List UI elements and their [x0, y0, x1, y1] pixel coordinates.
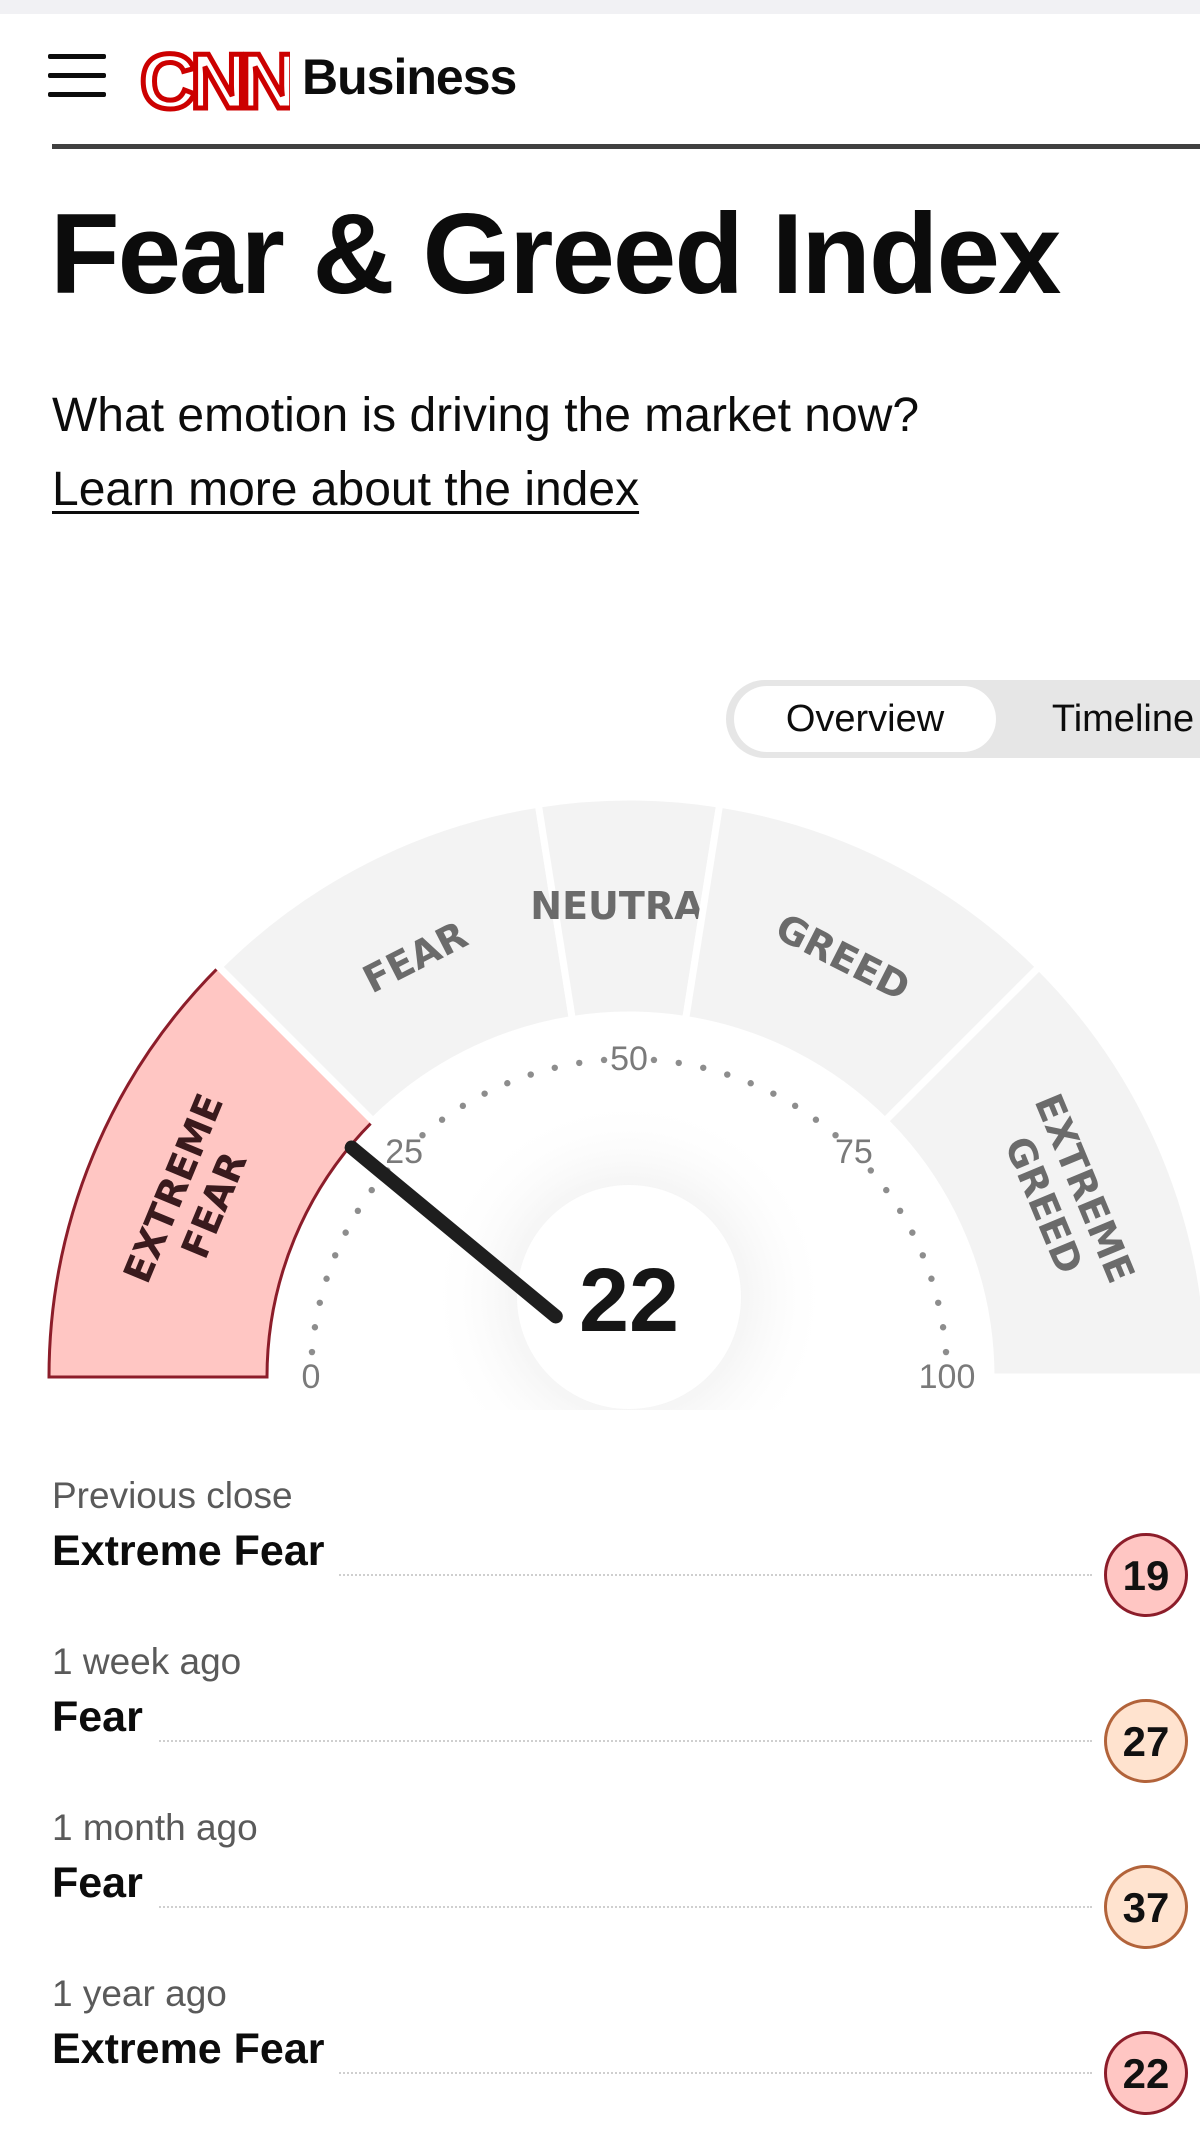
history-score-badge: 27	[1104, 1699, 1188, 1783]
history-row-1-week: 1 week ago Fear 27	[52, 1641, 1200, 1807]
gauge-tick-dot	[481, 1090, 488, 1097]
history-row-1-year: 1 year ago Extreme Fear 22	[52, 1973, 1200, 2139]
gauge-tick-label: 25	[385, 1133, 423, 1171]
history-score-badge: 37	[1104, 1865, 1188, 1949]
gauge-value: 22	[579, 1251, 679, 1351]
history-period: Previous close	[52, 1475, 293, 1516]
gauge-tick-dot	[939, 1324, 947, 1331]
page-title: Fear & Greed Index	[50, 191, 1061, 318]
tab-timeline[interactable]: Timeline	[1008, 686, 1200, 752]
gauge-tick-dot	[909, 1229, 916, 1236]
gauge-tick-dot	[650, 1056, 658, 1064]
dotted-leader	[52, 1740, 1092, 1742]
dotted-leader	[52, 1906, 1092, 1908]
history-sentiment: Fear	[52, 1859, 157, 1908]
view-toggle: Overview Timeline	[726, 680, 1200, 758]
history-period: 1 year ago	[52, 1973, 227, 2014]
gauge-tick-dot	[354, 1207, 362, 1215]
gauge-tick-dot	[700, 1064, 707, 1071]
gauge-tick-dot	[770, 1090, 777, 1097]
history-period: 1 week ago	[52, 1641, 242, 1682]
gauge-tick-label: 100	[919, 1358, 976, 1396]
history-score-badge: 19	[1104, 1533, 1188, 1617]
gauge-tick-dot	[527, 1071, 534, 1078]
history-row-previous-close: Previous close Extreme Fear 19	[52, 1475, 1200, 1641]
tab-overview[interactable]: Overview	[734, 686, 996, 752]
gauge-tick-dot	[791, 1102, 799, 1110]
history-row-1-month: 1 month ago Fear 37	[52, 1807, 1200, 1973]
page-subtitle: What emotion is driving the market now?	[52, 389, 920, 442]
gauge-tick-dot	[308, 1348, 316, 1356]
cnn-logo[interactable]: CNN	[140, 42, 290, 122]
gauge-tick-label: 75	[835, 1133, 873, 1171]
gauge-tick-dot	[323, 1275, 330, 1282]
gauge-tick-dot	[747, 1080, 754, 1087]
gauge-tick-dot	[332, 1252, 339, 1259]
learn-more-link[interactable]: Learn more about the index	[52, 460, 639, 520]
history-sentiment: Extreme Fear	[52, 1527, 339, 1576]
gauge-tick-dot	[551, 1064, 558, 1071]
gauge-tick-dot	[942, 1348, 950, 1356]
status-strip	[0, 0, 1200, 14]
gauge-tick-label: 0	[302, 1358, 321, 1396]
gauge-tick-dot	[576, 1059, 583, 1067]
gauge-tick-dot	[724, 1071, 731, 1078]
gauge-tick-dot	[928, 1275, 935, 1282]
gauge-tick-dot	[919, 1252, 926, 1259]
section-name[interactable]: Business	[302, 48, 517, 106]
gauge-tick-dot	[342, 1229, 349, 1236]
gauge-tick-dot	[883, 1186, 890, 1194]
history-sentiment: Extreme Fear	[52, 2025, 339, 2074]
svg-text:CNN: CNN	[140, 42, 290, 122]
hamburger-icon[interactable]	[48, 52, 106, 100]
gauge-tick-dot	[438, 1116, 446, 1123]
gauge-tick-dot	[896, 1207, 904, 1215]
gauge-tick-label: 50	[610, 1040, 648, 1078]
header-divider	[52, 144, 1200, 149]
gauge-tick-dot	[311, 1324, 319, 1331]
gauge-tick-dot	[600, 1056, 608, 1064]
fear-greed-gauge: EXTREMEFEARFEARNEUTRAL GREEDEXTREMEGREED0…	[47, 793, 1200, 1410]
gauge-tick-dot	[459, 1102, 467, 1110]
history-sentiment: Fear	[52, 1693, 157, 1742]
gauge-tick-dot	[675, 1059, 682, 1067]
history-period: 1 month ago	[52, 1807, 258, 1848]
site-header: CNN Business	[0, 14, 1200, 146]
gauge-tick-dot	[935, 1299, 942, 1306]
gauge-tick-dot	[316, 1299, 323, 1306]
gauge-tick-dot	[504, 1080, 511, 1087]
gauge-tick-dot	[812, 1116, 820, 1123]
gauge-tick-dot	[368, 1186, 375, 1194]
history-score-badge: 22	[1104, 2031, 1188, 2115]
